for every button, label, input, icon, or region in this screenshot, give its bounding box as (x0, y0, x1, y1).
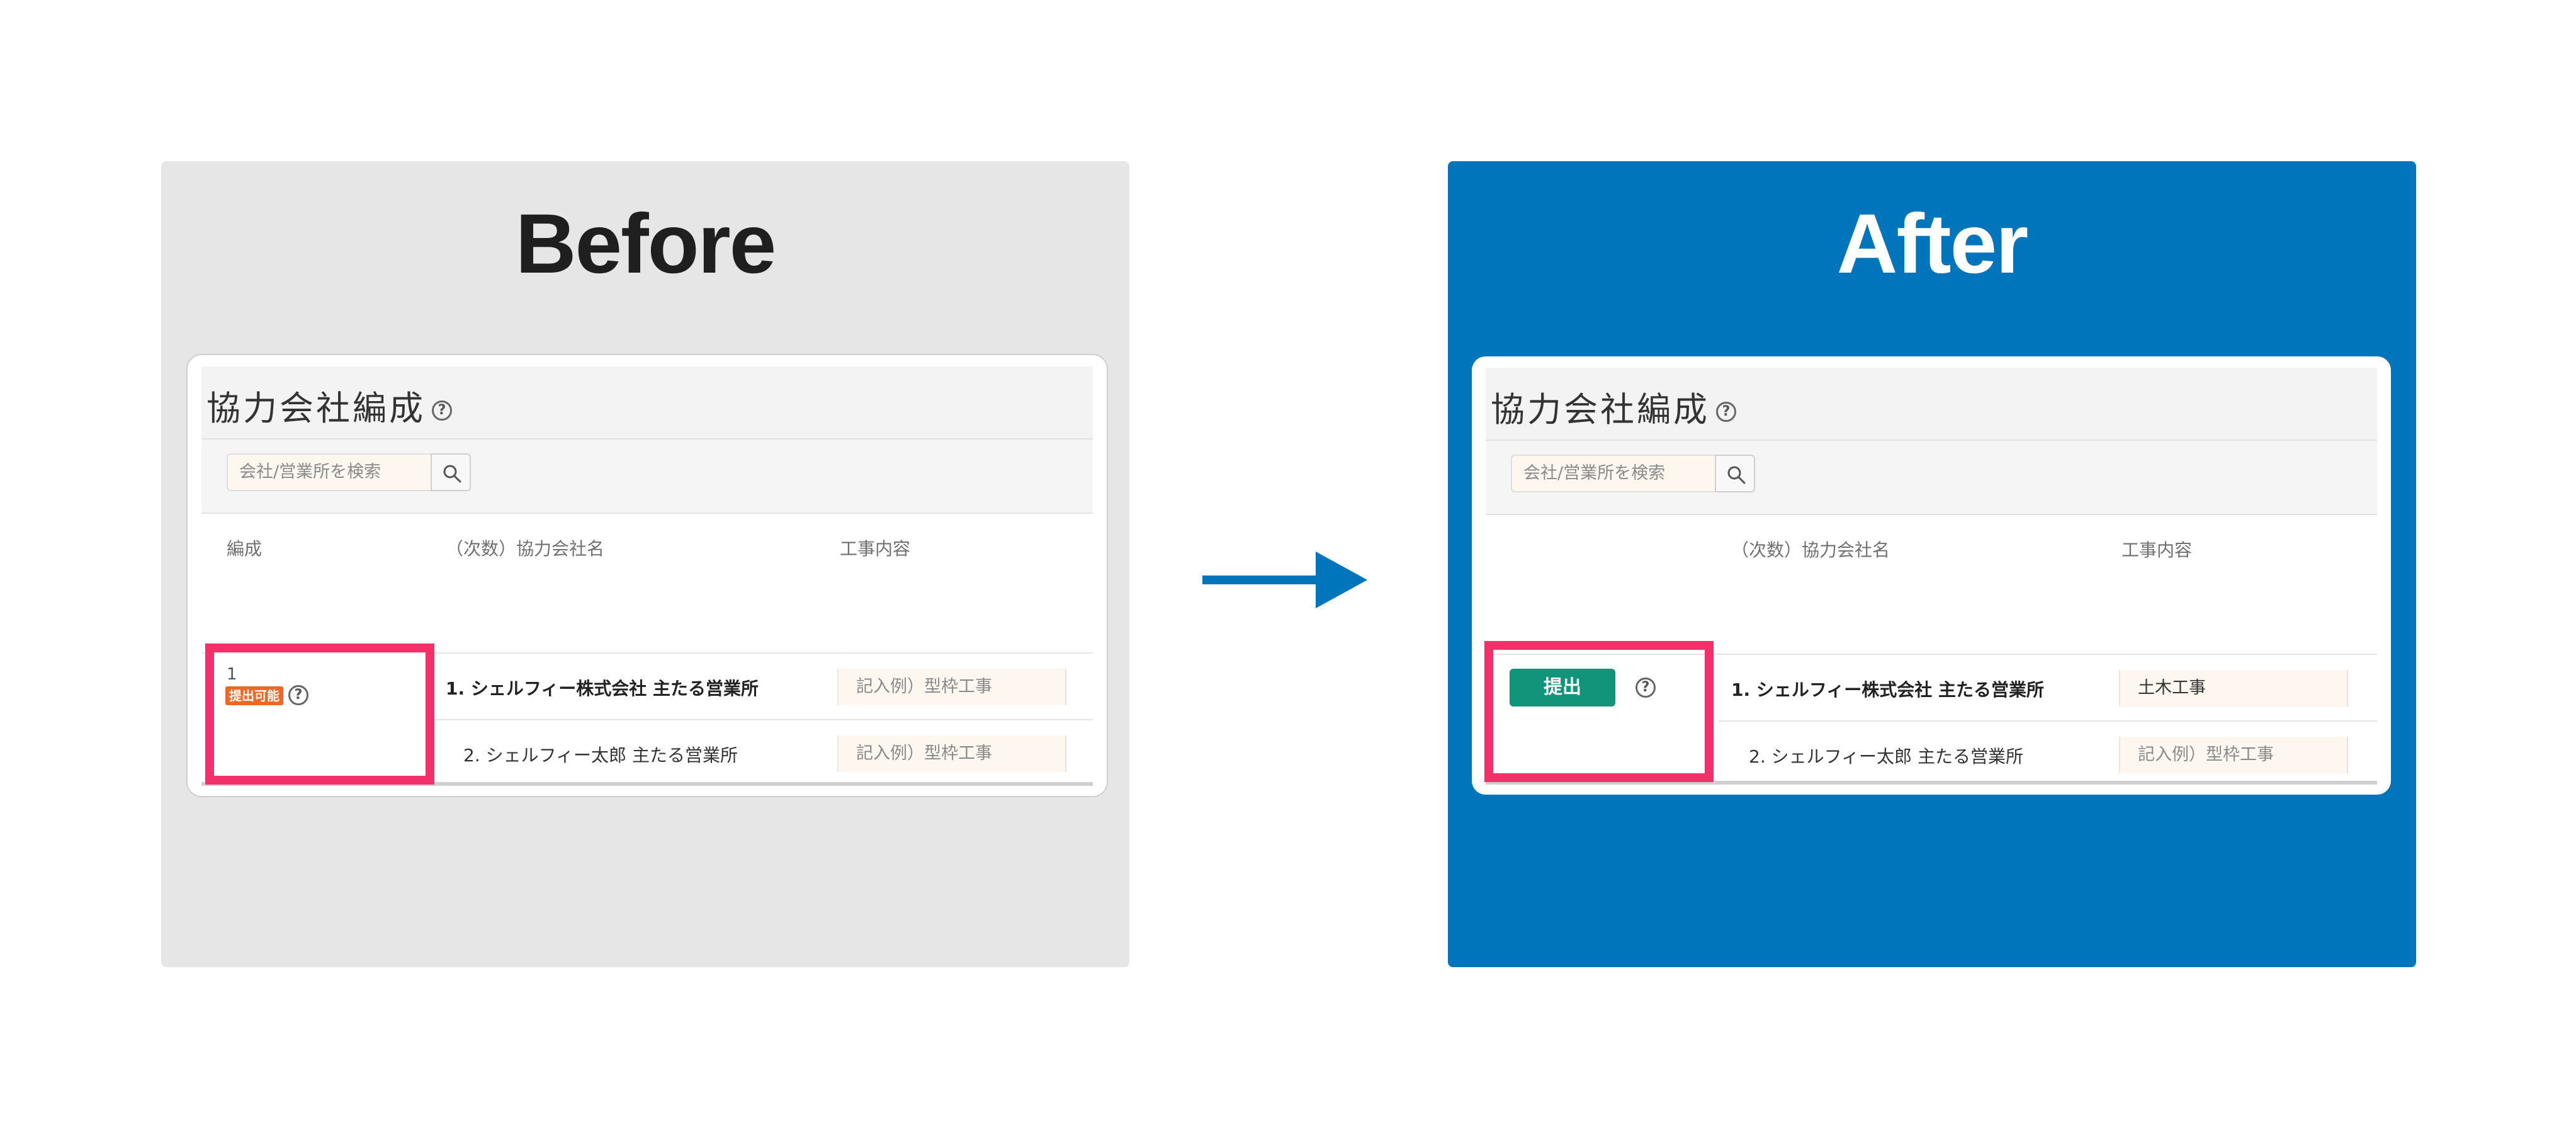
after-panel: After 協力会社編成? 会社/営業所を検索 （次数）協力会社名 工事内容 提… (1448, 161, 2416, 967)
work-field-row-2[interactable]: 記入例）型枠工事 (2119, 737, 2348, 773)
column-header-company: （次数）協力会社名 (446, 538, 605, 559)
column-header-work: 工事内容 (2121, 540, 2193, 560)
table-header: 編成 （次数）協力会社名 工事内容 (201, 513, 1093, 652)
after-heading: After (1836, 197, 2029, 291)
table-header: （次数）協力会社名 工事内容 (1486, 514, 2377, 654)
help-icon[interactable]: ? (432, 400, 452, 421)
column-header-group: 編成 (227, 538, 263, 559)
before-card-header: 協力会社編成? (201, 366, 1093, 438)
work-field-row-2[interactable]: 記入例）型枠工事 (837, 735, 1066, 772)
company-row-2: 2. シェルフィー太郎 主たる営業所 (463, 745, 738, 766)
company-row-1: 1. シェルフィー株式会社 主たる営業所 (446, 678, 759, 699)
page-title-text: 協力会社編成 (1491, 390, 1710, 429)
work-field-row-1[interactable]: 記入例）型枠工事 (837, 669, 1066, 705)
work-field-row-1[interactable]: 土木工事 (2119, 670, 2348, 706)
search-bar: 会社/営業所を検索 (201, 438, 1093, 514)
row-divider (1719, 720, 2377, 722)
page-title: 協力会社編成? (206, 380, 452, 430)
row-divider (434, 719, 1093, 720)
after-card-header: 協力会社編成? (1486, 368, 2377, 440)
company-row-2: 2. シェルフィー太郎 主たる営業所 (1749, 746, 2023, 767)
column-header-company: （次数）協力会社名 (1731, 540, 1890, 560)
column-header-work: 工事内容 (840, 538, 911, 559)
search-input[interactable]: 会社/営業所を検索 (1511, 455, 1716, 492)
arrow-right-icon (1202, 552, 1367, 608)
search-icon (443, 465, 461, 483)
highlight-box (205, 644, 434, 785)
company-row-1: 1. シェルフィー株式会社 主たる営業所 (1731, 679, 2045, 700)
search-bar: 会社/営業所を検索 (1486, 440, 2377, 515)
page-title: 協力会社編成? (1491, 382, 1736, 431)
page-title-text: 協力会社編成 (206, 389, 426, 428)
search-button[interactable] (1715, 455, 1755, 492)
before-heading: Before (515, 197, 776, 291)
before-panel: Before 協力会社編成? 会社/営業所を検索 編成 （次数）協力会社名 工事… (161, 161, 1129, 967)
highlight-box (1484, 641, 1714, 782)
search-input[interactable]: 会社/営業所を検索 (227, 453, 432, 491)
search-button[interactable] (431, 453, 471, 491)
search-icon (1727, 466, 1746, 484)
help-icon[interactable]: ? (1716, 402, 1736, 423)
